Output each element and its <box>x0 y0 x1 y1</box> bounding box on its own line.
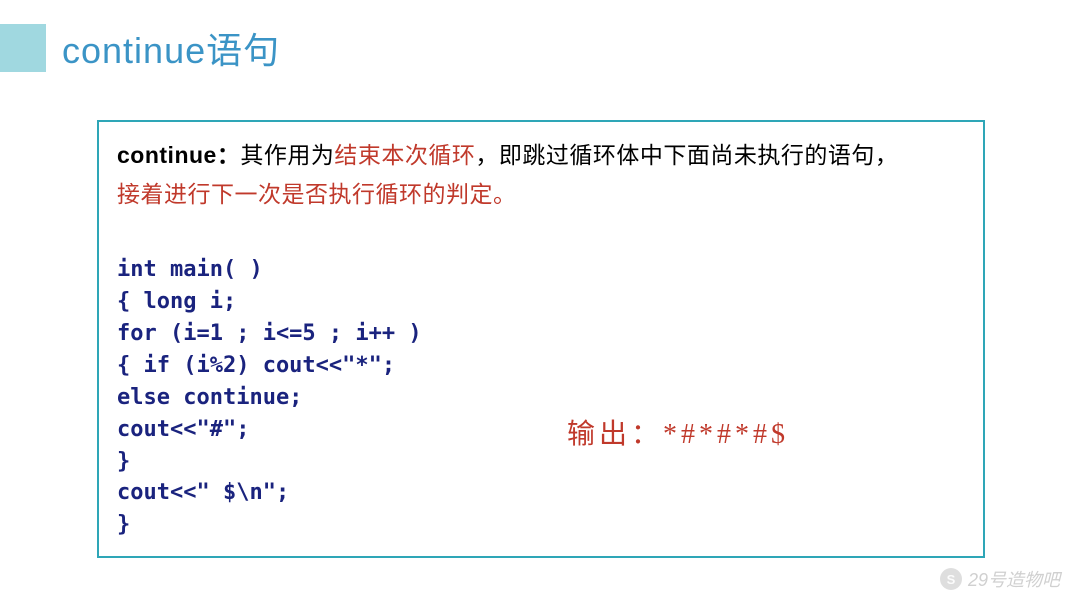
content-box: continue：其作用为结束本次循环，即跳过循环体中下面尚未执行的语句， 接着… <box>97 120 985 558</box>
code-line: cout<<"#"; <box>117 414 965 446</box>
code-line: else continue; <box>117 382 965 414</box>
code-block: int main( ) { long i; for (i=1 ; i<=5 ; … <box>117 254 965 541</box>
code-line: for (i=1 ; i<=5 ; i++ ) <box>117 318 965 350</box>
code-line: { long i; <box>117 286 965 318</box>
code-line: { if (i%2) cout<<"*"; <box>117 350 965 382</box>
description: continue：其作用为结束本次循环，即跳过循环体中下面尚未执行的语句， 接着… <box>117 136 965 214</box>
wechat-icon: S <box>940 568 962 590</box>
desc-part1: 其作用为 <box>240 142 334 168</box>
code-line: int main( ) <box>117 254 965 286</box>
code-line: } <box>117 446 965 478</box>
code-line: } <box>117 509 965 541</box>
output: 输出：*#*#*#$ <box>567 412 789 452</box>
desc-keyword: continue： <box>117 142 240 168</box>
output-label: 输出： <box>567 419 663 450</box>
watermark-text: 29号造物吧 <box>968 566 1060 592</box>
desc-red1: 结束本次循环 <box>334 142 475 168</box>
desc-part2: ，即跳过循环体中下面尚未执行的语句， <box>475 142 898 168</box>
watermark: S 29号造物吧 <box>940 566 1060 592</box>
desc-red2: 接着进行下一次是否执行循环的判定。 <box>117 181 517 207</box>
output-value: *#*#*#$ <box>663 419 789 450</box>
slide-header: continue语句 <box>0 22 280 74</box>
slide-title: continue语句 <box>62 22 280 74</box>
code-line: cout<<" $\n"; <box>117 477 965 509</box>
accent-bar <box>0 24 46 72</box>
